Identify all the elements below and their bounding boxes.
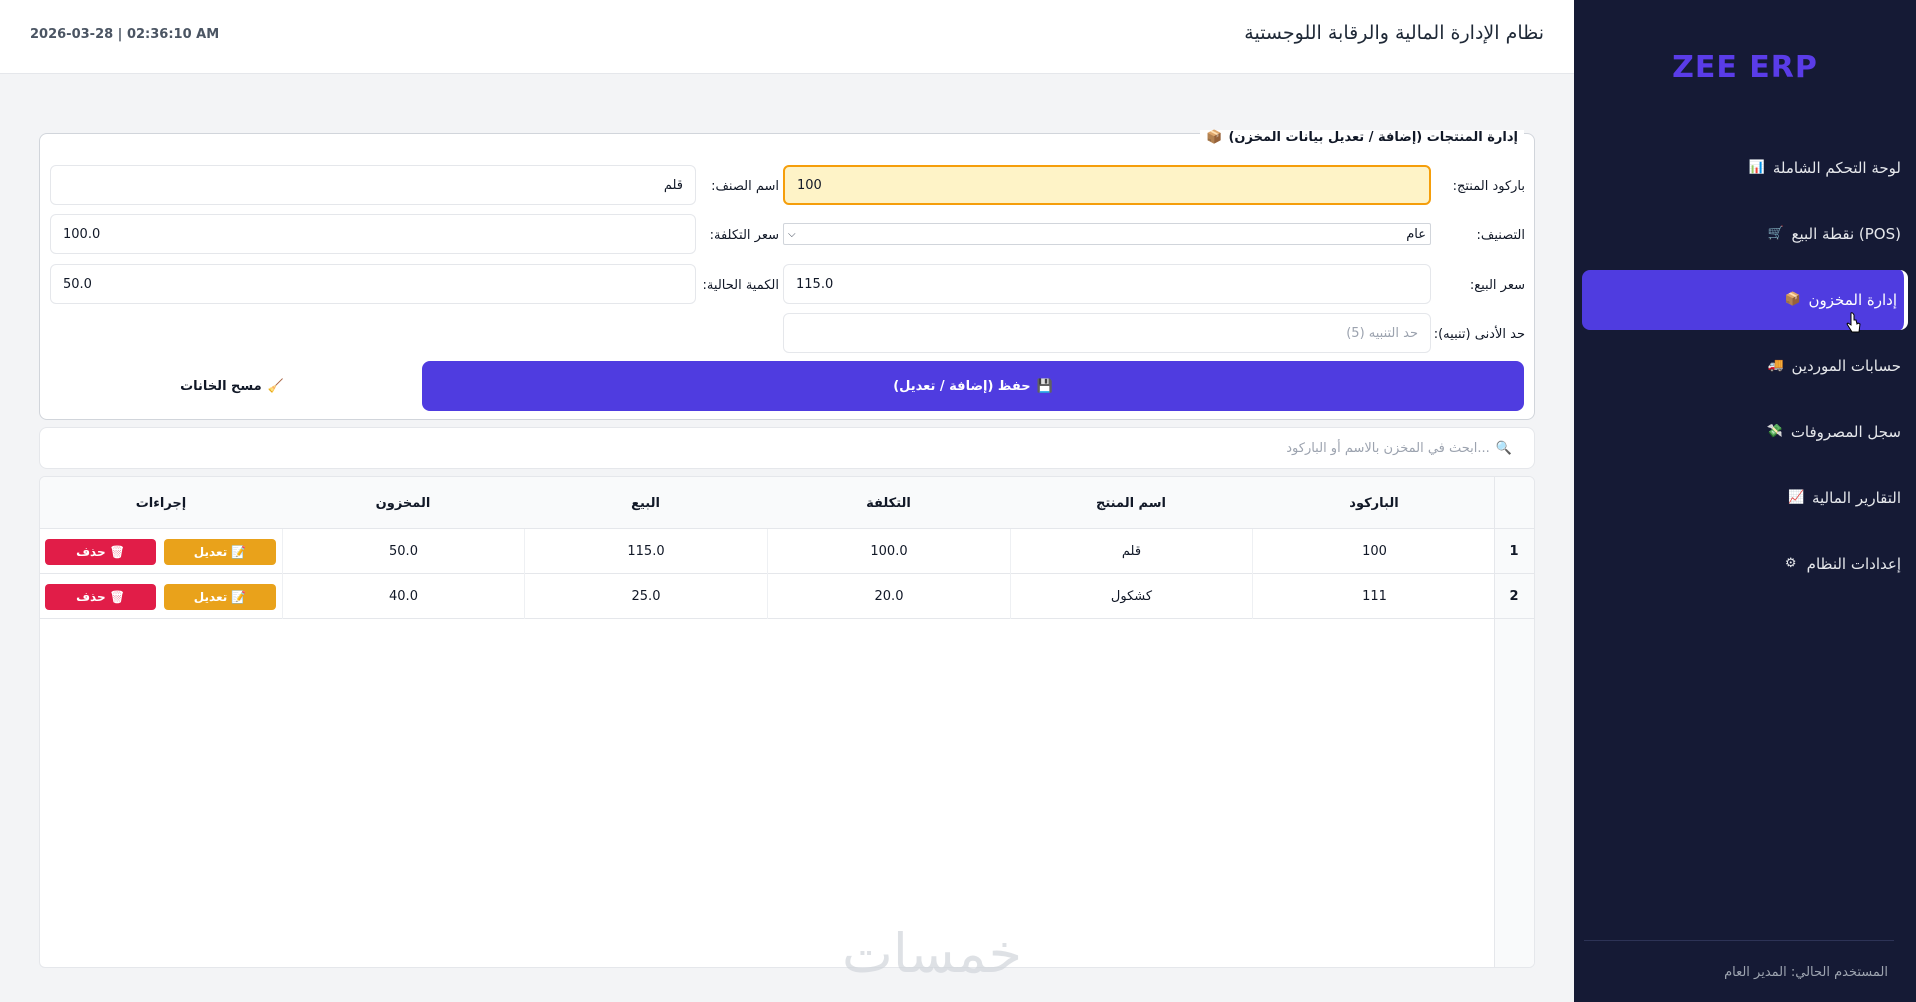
col-header-stock: المخزون [375,495,431,511]
search-icon: 🔍 [1495,440,1512,456]
sidebar-item-label: نقطة البيع (POS) [1791,225,1901,243]
row-number-column: 1 2 [1494,477,1534,967]
panel-legend-text: إدارة المنتجات (إضافة / تعديل بيانات الم… [1228,130,1518,145]
table-row[interactable]: 111 كشكول 20.0 25.0 40.0 تعديل 📝 حذف 🗑 [40,574,1496,619]
sidebar: ZEE ERP لوحة التحكم الشاملة 📊 نقطة البيع… [1574,0,1916,1002]
sidebar-item-label: إعدادات النظام [1806,555,1901,573]
save-icon: 💾 [1036,378,1053,394]
panel-legend: إدارة المنتجات (إضافة / تعديل بيانات الم… [1200,130,1524,145]
sidebar-item-label: سجل المصروفات [1790,423,1901,441]
sidebar-item-expenses[interactable]: سجل المصروفات 💸 [1582,402,1908,462]
col-header-cost: التكلفة [866,495,911,511]
delete-button[interactable]: حذف 🗑 [45,584,156,610]
clear-button-label: مسح الخانات [180,378,262,394]
edit-icon: 📝 [231,590,247,604]
table-header: الباركود اسم المنتج التكلفة البيع المخزو… [40,477,1496,529]
min-stock-input[interactable]: حد التنبيه (5) [783,313,1431,353]
name-label: اسم الصنف: [711,179,779,194]
cost-input[interactable]: 100.0 [50,214,696,254]
sidebar-item-dashboard[interactable]: لوحة التحكم الشاملة 📊 [1582,138,1908,198]
gear-icon: ⚙ [1784,556,1797,571]
report-icon: 📈 [1787,490,1805,505]
edit-button[interactable]: تعديل 📝 [164,584,276,610]
edit-button-label: تعديل [193,590,228,604]
category-label: التصنيف: [1476,228,1525,243]
sidebar-item-settings[interactable]: إعدادات النظام ⚙ [1582,534,1908,594]
page-title: نظام الإدارة المالية والرقابة اللوجستية [1244,22,1544,44]
cost-label: سعر التكلفة: [709,228,779,243]
trash-icon: 🗑 [109,545,125,559]
box-icon: 📦 [1206,130,1223,145]
delete-button[interactable]: حذف 🗑 [45,539,156,565]
sidebar-item-label: حسابات الموردين [1791,357,1901,375]
sidebar-item-suppliers[interactable]: حسابات الموردين 🚚 [1582,336,1908,396]
cell-stock: 50.0 [282,529,524,574]
col-header-barcode: الباركود [1349,495,1399,511]
sidebar-nav: لوحة التحكم الشاملة 📊 نقطة البيع (POS) 🛒… [1582,138,1908,600]
cell-barcode: 111 [1252,574,1496,619]
sale-input[interactable]: 115.0 [783,264,1431,304]
cart-icon: 🛒 [1767,226,1784,241]
cell-sale: 115.0 [524,529,767,574]
cell-cost: 20.0 [767,574,1010,619]
sidebar-item-label: لوحة التحكم الشاملة [1772,159,1901,177]
current-user: المستخدم الحالي: المدير العام [1724,965,1888,980]
edit-button-label: تعديل [193,545,228,559]
product-form-panel: إدارة المنتجات (إضافة / تعديل بيانات الم… [39,130,1535,420]
chevron-down-icon: ⌵ [788,228,796,240]
sale-label: سعر البيع: [1469,278,1525,293]
category-select-value: عام [1406,226,1426,242]
watermark-logo: خمسات [842,922,1023,985]
inventory-search-input[interactable]: ابحث في المخزن بالاسم أو الباركود... 🔍 [39,427,1535,469]
edit-icon: 📝 [231,545,247,559]
box-icon: 📦 [1784,292,1801,307]
col-header-name: اسم المنتج [1096,495,1166,511]
col-header-sale: البيع [631,495,660,511]
delete-button-label: حذف [76,545,106,559]
sidebar-divider [1584,940,1894,941]
row-number-header [1494,477,1534,529]
cell-name: كشكول [1010,574,1252,619]
mouse-pointer-icon [1846,312,1861,333]
category-select[interactable]: ⌵ عام [783,223,1431,245]
delete-button-label: حذف [76,590,106,604]
cell-cost: 100.0 [767,529,1010,574]
name-input[interactable]: قلم [50,165,696,205]
search-placeholder: ابحث في المخزن بالاسم أو الباركود... [1286,440,1490,456]
cell-stock: 40.0 [282,574,524,619]
chart-icon: 📊 [1748,160,1766,175]
truck-icon: 🚚 [1767,358,1784,373]
brand-logo: ZEE ERP [1672,50,1818,85]
broom-icon: 🧹 [267,378,284,394]
cell-barcode: 100 [1252,529,1496,574]
save-button[interactable]: حفظ (إضافة / تعديل) 💾 [422,361,1524,411]
min-stock-label: حد الأدنى (تنبيه): [1433,327,1525,342]
sidebar-item-label: إدارة المخزون [1808,291,1897,309]
sidebar-item-pos[interactable]: نقطة البيع (POS) 🛒 [1582,204,1908,264]
col-header-actions: إجراءات [135,495,187,511]
table-row[interactable]: 100 قلم 100.0 115.0 50.0 تعديل 📝 حذف 🗑 [40,529,1496,574]
sidebar-item-label: التقارير المالية [1811,489,1901,507]
clear-fields-button[interactable]: مسح الخانات 🧹 [50,361,414,411]
inventory-table: الباركود اسم المنتج التكلفة البيع المخزو… [39,476,1535,968]
sidebar-item-reports[interactable]: التقارير المالية 📈 [1582,468,1908,528]
top-bar: نظام الإدارة المالية والرقابة اللوجستية … [0,0,1574,74]
row-number[interactable]: 1 [1494,529,1534,574]
cell-name: قلم [1010,529,1252,574]
cell-sale: 25.0 [524,574,767,619]
save-button-label: حفظ (إضافة / تعديل) [893,378,1031,394]
barcode-input[interactable]: 100 [783,165,1431,205]
edit-button[interactable]: تعديل 📝 [164,539,276,565]
qty-input[interactable]: 50.0 [50,264,696,304]
row-number[interactable]: 2 [1494,574,1534,619]
datetime-display: 2026-03-28 | 02:36:10 AM [30,27,220,42]
qty-label: الكمية الحالية: [702,278,779,293]
money-icon: 💸 [1766,424,1783,439]
trash-icon: 🗑 [109,590,125,604]
barcode-label: باركود المنتج: [1452,179,1525,194]
